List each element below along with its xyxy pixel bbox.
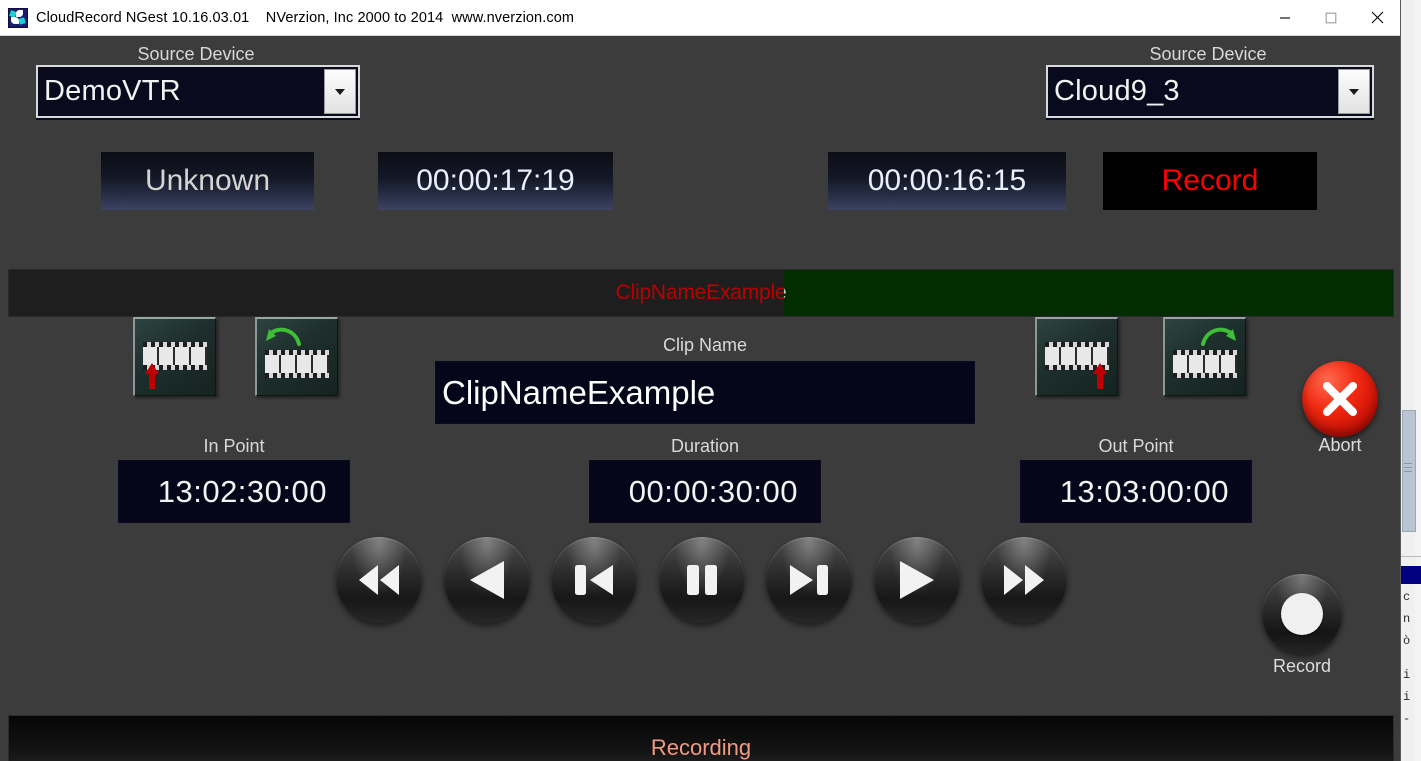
window-controls — [1262, 0, 1400, 35]
out-point-label: Out Point — [1098, 436, 1174, 456]
duration-timecode-field[interactable]: 00:00:30:00 — [589, 460, 821, 523]
clip-name-input[interactable]: ClipNameExample — [435, 361, 975, 424]
minimize-icon[interactable] — [1262, 0, 1308, 35]
background-window[interactable]: c n ò i i - — [1400, 0, 1421, 761]
play-button[interactable] — [874, 537, 960, 623]
maximize-icon[interactable] — [1308, 0, 1354, 35]
record-dot-icon — [1281, 593, 1323, 635]
skip-next-icon — [790, 565, 828, 595]
selected-row — [1401, 566, 1421, 584]
fast-forward-icon — [1004, 565, 1044, 595]
source-device-value-right: Cloud9_3 — [1054, 75, 1180, 107]
device-state-readout: Unknown — [101, 152, 314, 210]
fast-forward-button[interactable] — [981, 537, 1067, 623]
chevron-down-icon[interactable] — [324, 69, 356, 114]
pause-icon — [687, 565, 717, 595]
record-caption: Record — [1272, 656, 1332, 676]
play-icon — [900, 561, 934, 599]
duration-label: Duration — [670, 436, 740, 456]
close-icon[interactable] — [1354, 0, 1400, 35]
source-device-value-left: DemoVTR — [44, 75, 181, 107]
pause-button[interactable] — [659, 537, 745, 623]
rewind-icon — [359, 565, 399, 595]
source-device-select-left[interactable]: DemoVTR — [36, 65, 360, 118]
abort-button[interactable] — [1302, 361, 1378, 437]
progress-clip-label-overlay: ClipNameExample — [784, 270, 1393, 316]
status-bar: Recording — [8, 715, 1394, 761]
chevron-down-icon[interactable] — [1338, 69, 1370, 114]
record-state-readout: Record — [1103, 152, 1317, 210]
mark-out-filmstrip-icon[interactable] — [1035, 317, 1118, 396]
out-point-timecode-field[interactable]: 13:03:00:00 — [1020, 460, 1252, 523]
abort-caption: Abort — [1318, 435, 1362, 455]
skip-next-button[interactable] — [766, 537, 852, 623]
play-reverse-icon — [470, 561, 504, 599]
cloudrecord-window: CloudRecord NGest 10.16.03.01 NVerzion, … — [0, 0, 1401, 761]
skip-previous-button[interactable] — [551, 537, 637, 623]
in-point-label: In Point — [203, 436, 265, 456]
source-timecode-readout-left: 00:00:17:19 — [378, 152, 613, 210]
close-x-circle-icon — [1323, 382, 1357, 416]
record-button[interactable] — [1262, 574, 1342, 654]
source-device-label-left: Source Device — [137, 44, 255, 64]
mark-in-filmstrip-icon[interactable] — [133, 317, 216, 396]
goto-in-filmstrip-icon[interactable] — [255, 317, 338, 396]
rewind-button[interactable] — [336, 537, 422, 623]
client-area: Source Device DemoVTR Source Device Clou… — [0, 36, 1400, 761]
clip-name-label: Clip Name — [662, 335, 748, 355]
source-device-label-right: Source Device — [1149, 44, 1267, 64]
skip-previous-icon — [575, 565, 613, 595]
cloudrecord-app-icon — [8, 7, 28, 28]
source-timecode-readout-right: 00:00:16:15 — [828, 152, 1066, 210]
record-progress-bar: ClipNameExample ClipNameExample — [8, 269, 1394, 317]
source-device-select-right[interactable]: Cloud9_3 — [1046, 65, 1374, 118]
goto-out-filmstrip-icon[interactable] — [1163, 317, 1246, 396]
play-reverse-button[interactable] — [444, 537, 530, 623]
title-bar: CloudRecord NGest 10.16.03.01 NVerzion, … — [0, 0, 1400, 36]
in-point-timecode-field[interactable]: 13:02:30:00 — [118, 460, 350, 523]
window-title: CloudRecord NGest 10.16.03.01 NVerzion, … — [36, 9, 575, 26]
